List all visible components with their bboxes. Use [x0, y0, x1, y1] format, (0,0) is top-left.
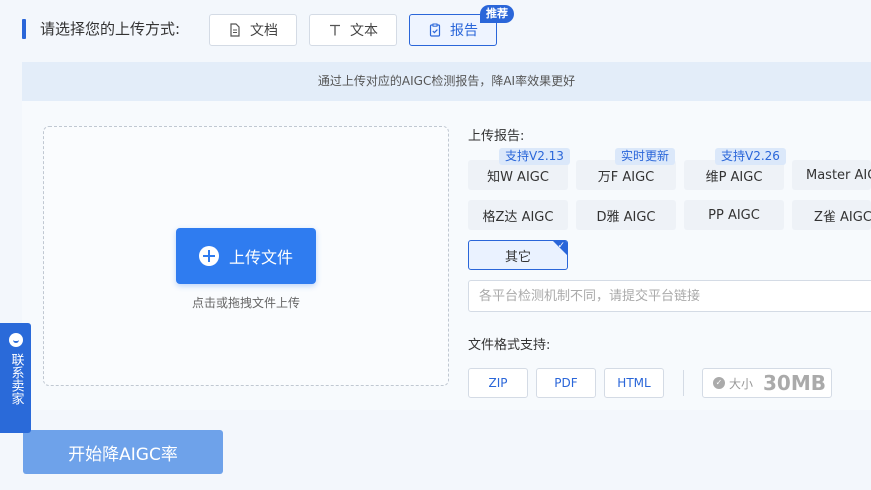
- platform-name: 万F AIGC: [597, 169, 655, 185]
- mode-report-label: 报告: [450, 23, 478, 39]
- clipboard-check-icon: [429, 23, 441, 37]
- divider: [683, 370, 684, 396]
- platform-name: Master AIGC: [806, 167, 871, 183]
- chat-smile-icon: [8, 333, 23, 347]
- document-icon: [230, 23, 240, 37]
- platform-option[interactable]: Z雀 AIGC: [792, 200, 871, 230]
- upload-file-label: 上传文件: [228, 248, 293, 267]
- accent-bar: [22, 19, 26, 39]
- format-pdf-badge: PDF: [536, 368, 596, 398]
- platform-name: 其它: [504, 249, 531, 265]
- notice-banner: 通过上传对应的AIGC检测报告，降AI率效果更好: [22, 62, 871, 101]
- contact-seller-tab[interactable]: 联系卖家: [0, 323, 31, 433]
- platform-name: D雅 AIGC: [596, 209, 656, 225]
- platform-tag: 支持V2.13: [499, 148, 570, 165]
- file-size-limit: ✓ 大小 30MB: [702, 368, 832, 398]
- platform-link-input[interactable]: [468, 280, 871, 312]
- start-reduce-button[interactable]: 开始降AIGC率: [23, 430, 223, 474]
- platform-option-other[interactable]: 其它 ✓: [468, 240, 568, 270]
- check-icon: ✓: [557, 241, 565, 251]
- upload-hint: 点击或拖拽文件上传: [191, 296, 300, 310]
- platform-option[interactable]: Master AIGC: [792, 160, 871, 190]
- plus-circle-icon: [198, 246, 219, 266]
- report-section-label: 上传报告:: [468, 129, 525, 144]
- platform-name: 知W AIGC: [487, 169, 549, 185]
- mode-document-label: 文档: [250, 23, 278, 39]
- mode-document-button[interactable]: 文档: [209, 14, 297, 46]
- platform-tag: 实时更新: [615, 148, 676, 165]
- platform-name: 格Z达 AIGC: [482, 209, 554, 225]
- format-html-badge: HTML: [604, 368, 664, 398]
- size-label: 大小: [729, 376, 754, 391]
- mode-text-button[interactable]: 文本: [309, 14, 397, 46]
- format-zip-badge: ZIP: [468, 368, 528, 398]
- check-circle-icon: ✓: [713, 377, 725, 389]
- contact-seller-label: 联系卖家: [8, 353, 24, 405]
- platform-name: 维P AIGC: [705, 169, 763, 185]
- platform-tag: 支持V2.26: [715, 148, 786, 165]
- platform-name: PP AIGC: [708, 207, 760, 223]
- upload-file-button[interactable]: 上传文件: [176, 228, 316, 284]
- formats-section-label: 文件格式支持:: [468, 338, 551, 353]
- size-value: 30MB: [763, 371, 826, 395]
- mode-text-label: 文本: [350, 23, 378, 39]
- recommend-badge: 推荐: [480, 5, 514, 23]
- upload-mode-bar: 请选择您的上传方式: 文档 文本 报告 推荐: [0, 0, 871, 60]
- platform-name: Z雀 AIGC: [814, 209, 871, 225]
- upload-mode-prompt: 请选择您的上传方式:: [40, 20, 181, 38]
- platform-option[interactable]: D雅 AIGC: [576, 200, 676, 230]
- text-icon: [330, 24, 340, 36]
- platform-option[interactable]: PP AIGC: [684, 200, 784, 230]
- platform-option[interactable]: 格Z达 AIGC: [468, 200, 568, 230]
